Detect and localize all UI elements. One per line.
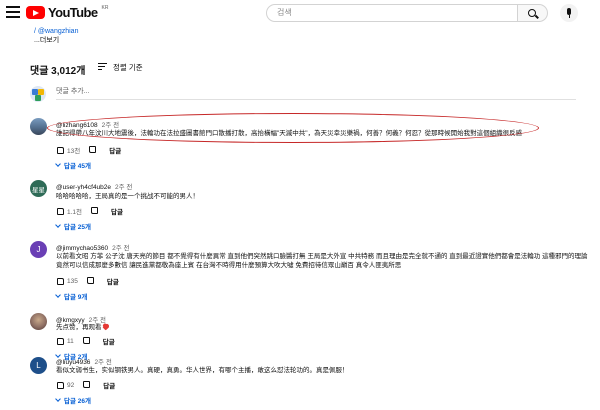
chevron-down-icon — [55, 161, 61, 167]
like-icon[interactable] — [56, 207, 64, 215]
avatar-text: 星星 — [32, 186, 45, 194]
comment-time[interactable]: 2주 전 — [102, 122, 119, 129]
avatar[interactable] — [30, 313, 47, 330]
comment-text-line: 竟然可以信成那麼多數信 讓民進黨都敬為座上賓 在台灣不時得用什麼預算大吹大噓 免… — [56, 262, 402, 269]
heart-icon — [104, 324, 110, 330]
reply-button[interactable]: 답글 — [103, 380, 115, 390]
comment-text: 以前看文昭 方菲 公子沈 唐天亮的節目 都不覺得有什麼異常 直到他們突然跳口臉醬… — [56, 252, 588, 270]
replies-label: 답글 25개 — [64, 224, 91, 231]
reply-button[interactable]: 답글 — [111, 206, 123, 216]
comment-author: @user-yh4cf4ub2e 2주 전 — [56, 181, 132, 191]
video-description: / @wangzhian ...더보기 — [34, 27, 78, 45]
reply-button[interactable]: 답글 — [107, 276, 119, 286]
menu-icon[interactable] — [6, 6, 20, 18]
like-icon[interactable] — [56, 277, 64, 285]
comment-text: 看似文弱书生，实似钢铁男人。真硬，真勇。华人世界，有哪个主播，敢这么怼法轮功的。… — [56, 367, 349, 374]
comment-actions: 1.1천 답글 — [56, 206, 123, 216]
logo-country: KR — [101, 4, 109, 11]
avatar-text: J — [36, 245, 41, 254]
logo-text: YouTube — [48, 5, 98, 20]
dislike-icon[interactable] — [87, 277, 95, 285]
search-button[interactable] — [518, 4, 548, 22]
search-input[interactable]: 검색 — [266, 4, 518, 22]
comment-actions: 135 답글 — [56, 276, 119, 286]
like-count: 92 — [67, 381, 75, 389]
more-link[interactable]: ...더보기 — [34, 36, 78, 45]
dislike-icon[interactable] — [83, 337, 91, 345]
my-avatar — [30, 86, 46, 102]
like-count: 1.1천 — [67, 209, 83, 216]
replies-label: 답글 9개 — [64, 294, 88, 301]
replies-label: 답글 45개 — [64, 163, 91, 170]
dislike-icon[interactable] — [83, 381, 91, 389]
dislike-icon[interactable] — [91, 207, 99, 215]
view-replies-button[interactable]: 답글 9개 — [55, 291, 88, 301]
comment-time[interactable]: 2주 전 — [94, 359, 111, 366]
top-bar: YouTube KR 검색 — [0, 0, 600, 26]
comment-time[interactable]: 2주 전 — [112, 245, 129, 252]
reply-button[interactable]: 답글 — [109, 145, 121, 155]
chevron-down-icon — [55, 222, 61, 228]
dislike-icon[interactable] — [89, 146, 97, 154]
youtube-logo[interactable]: YouTube KR — [26, 5, 108, 20]
highlight-circle — [47, 113, 539, 143]
chevron-down-icon — [55, 396, 61, 402]
like-icon[interactable] — [56, 337, 64, 345]
avatar[interactable] — [30, 118, 47, 135]
sort-button[interactable]: 정렬 기준 — [98, 62, 143, 73]
replies-label: 답글 26개 — [64, 398, 91, 405]
author-name[interactable]: @lizhang6108 — [56, 122, 98, 129]
youtube-play-icon — [26, 6, 45, 19]
comment-actions: 11 답글 — [56, 336, 115, 346]
comment-author: @liuyu4936 2주 전 — [56, 356, 112, 366]
reply-button[interactable]: 답글 — [103, 336, 115, 346]
comment-count: 댓글 3,012개 — [30, 66, 86, 77]
channel-link[interactable]: / @wangzhian — [34, 28, 78, 35]
comment-text-line: 以前看文昭 方菲 公子沈 唐天亮的節目 都不覺得有什麼異常 直到他們突然跳口臉醬… — [56, 253, 588, 260]
like-count: 11 — [67, 337, 74, 345]
avatar[interactable]: L — [30, 357, 47, 374]
like-count: 13천 — [67, 148, 81, 155]
avatar[interactable]: J — [30, 241, 47, 258]
comment-text: 誰記得帶八年汶川大地震後，法輪功在法拉盛圖書館門口散播打散，高抬橫幅"天滅中共"… — [56, 130, 523, 137]
add-comment-input[interactable]: 댓글 추가... — [56, 86, 576, 100]
search-icon — [528, 9, 536, 17]
author-name[interactable]: @liuyu4936 — [56, 359, 90, 366]
like-icon[interactable] — [56, 146, 64, 154]
view-replies-button[interactable]: 답글 25개 — [55, 221, 91, 231]
comment-author: @lizhang6108 2주 전 — [56, 119, 119, 129]
comment-text: 哈哈哈哈哈，王局真的是一个挑战不可能的男人！ — [56, 193, 199, 200]
avatar-text: L — [36, 361, 41, 370]
sort-icon — [98, 63, 107, 72]
comment-actions: 92 답글 — [56, 380, 115, 390]
view-replies-button[interactable]: 답글 26개 — [55, 395, 91, 405]
author-name[interactable]: @user-yh4cf4ub2e — [56, 184, 111, 191]
comment-author: @jimmychao5360 2주 전 — [56, 242, 130, 252]
like-count: 135 — [67, 277, 78, 285]
avatar[interactable]: 星星 — [30, 180, 47, 197]
author-name[interactable]: @jimmychao5360 — [56, 245, 108, 252]
comment-actions: 13천 답글 — [56, 145, 121, 155]
comment-text: 先点赞，再观看 — [56, 323, 110, 332]
view-replies-button[interactable]: 답글 45개 — [55, 160, 91, 170]
comment-text-line: 先点赞，再观看 — [56, 324, 102, 331]
comment-time[interactable]: 2주 전 — [115, 184, 132, 191]
chevron-down-icon — [55, 292, 61, 298]
microphone-icon[interactable] — [560, 4, 578, 22]
like-icon[interactable] — [56, 381, 64, 389]
sort-label: 정렬 기준 — [113, 63, 143, 72]
